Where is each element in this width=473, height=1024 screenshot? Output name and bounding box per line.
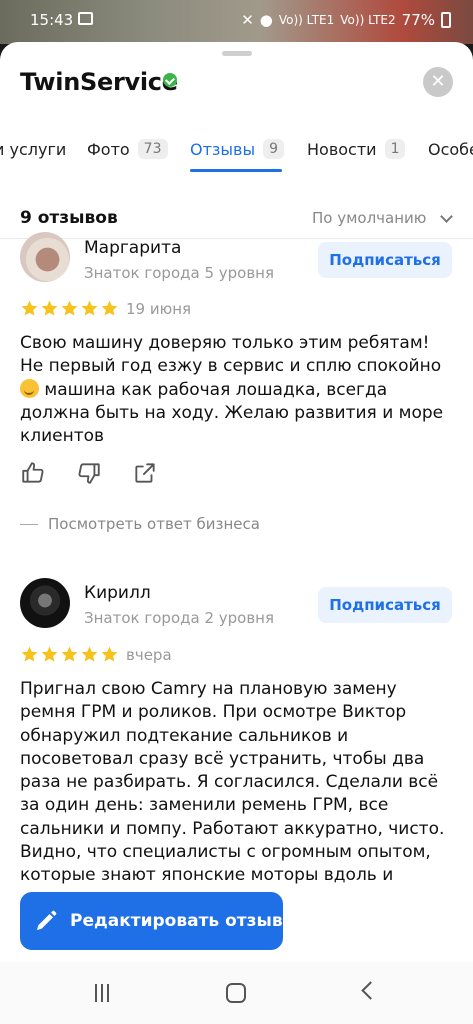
tab-count: 9: [263, 139, 285, 159]
business-reply-label: Посмотреть ответ бизнеса: [48, 515, 260, 533]
tab-news[interactable]: Новости 1: [307, 130, 406, 168]
back-icon[interactable]: [361, 981, 380, 1000]
divider: [0, 238, 473, 239]
tab-count: 73: [137, 139, 168, 159]
tab-count: 1: [384, 139, 406, 159]
tab-label: Отзывы: [190, 139, 256, 159]
gallery-icon: [78, 12, 93, 25]
tab-label: Новости: [307, 139, 377, 159]
star-icon: [101, 300, 118, 316]
reviews-count: 9 отзывов: [20, 208, 118, 228]
network-1: Vo)) LTE1: [278, 13, 335, 27]
status-bar: 15:43 ✕ ● Vo)) LTE1 Vo)) LTE2 77%: [0, 0, 473, 44]
share-icon[interactable]: [132, 460, 158, 486]
star-icon: [41, 300, 58, 316]
sheet-grabber[interactable]: [222, 51, 252, 56]
tab-label: Фото: [87, 139, 130, 159]
recent-apps-icon[interactable]: [95, 984, 113, 1002]
tab-label: и услуги: [0, 139, 67, 159]
smiling-face-icon: [20, 378, 39, 398]
mute-icon: ✕: [241, 11, 254, 29]
star-icon: [61, 300, 78, 316]
thumbs-down-icon[interactable]: [76, 460, 102, 486]
reviewer-level: Знаток города 2 уровня: [84, 609, 275, 627]
edit-review-button[interactable]: Редактировать отзыв: [20, 892, 283, 950]
business-reply-link[interactable]: Посмотреть ответ бизнеса: [20, 515, 260, 533]
subscribe-button[interactable]: Подписаться: [318, 242, 452, 278]
tab-reviews[interactable]: Отзывы 9: [190, 130, 285, 168]
star-icon: [81, 646, 98, 662]
bottom-sheet: TwinService ✕ и услуги Фото 73 Отзывы 9 …: [0, 42, 473, 980]
avatar[interactable]: [20, 232, 70, 282]
star-icon: [21, 646, 38, 662]
battery-percent: 77%: [401, 11, 435, 29]
chevron-down-icon: [440, 210, 453, 223]
page-title: TwinService: [20, 68, 178, 96]
home-icon[interactable]: [226, 983, 246, 1003]
review-date: 19 июня: [126, 300, 192, 318]
tab-bar: и услуги Фото 73 Отзывы 9 Новости 1 Особ…: [0, 130, 473, 172]
status-right: ✕ ● Vo)) LTE1 Vo)) LTE2 77%: [241, 11, 451, 29]
review-text: Пригнал свою Camry на плановую замену ре…: [20, 679, 445, 886]
star-icon: [41, 646, 58, 662]
sort-dropdown[interactable]: По умолчанию: [312, 209, 453, 227]
location-icon: ●: [259, 11, 273, 29]
rating-stars: [20, 299, 119, 318]
edit-review-label: Редактировать отзыв: [70, 911, 283, 931]
network-2: Vo)) LTE2: [340, 13, 396, 27]
star-icon: [81, 300, 98, 316]
tab-active-indicator: [190, 169, 282, 172]
tab-features[interactable]: Особе: [428, 130, 473, 168]
review-date: вчера: [126, 646, 172, 664]
close-button[interactable]: ✕: [423, 67, 453, 97]
reviewer-name[interactable]: Маргарита: [84, 238, 181, 258]
rating-stars: [20, 645, 119, 664]
review-text: Свою машину доверяю только этим ребятам!…: [20, 332, 456, 448]
reply-line: [20, 523, 38, 525]
sort-label: По умолчанию: [312, 209, 427, 227]
verified-icon: [163, 73, 177, 87]
tab-photo[interactable]: Фото 73: [87, 130, 168, 168]
star-icon: [61, 646, 78, 662]
star-icon: [21, 300, 38, 316]
tab-services[interactable]: и услуги: [0, 130, 66, 168]
battery-icon: [441, 12, 451, 28]
avatar[interactable]: [20, 578, 70, 628]
thumbs-up-icon[interactable]: [20, 460, 46, 486]
review-actions: [20, 460, 158, 486]
tab-label: Особе: [428, 139, 473, 159]
reviewer-level: Знаток города 5 уровня: [84, 264, 275, 282]
star-icon: [101, 646, 118, 662]
reviewer-name[interactable]: Кирилл: [84, 583, 151, 603]
review-text-part: машина как рабочая лошадка, всегда должн…: [20, 379, 444, 447]
system-nav-bar: [0, 962, 473, 1024]
status-time: 15:43: [30, 11, 74, 29]
review-text-part: Свою машину доверяю только этим ребятам!…: [20, 333, 442, 377]
subscribe-button[interactable]: Подписаться: [318, 587, 452, 623]
pencil-icon: [37, 910, 57, 930]
